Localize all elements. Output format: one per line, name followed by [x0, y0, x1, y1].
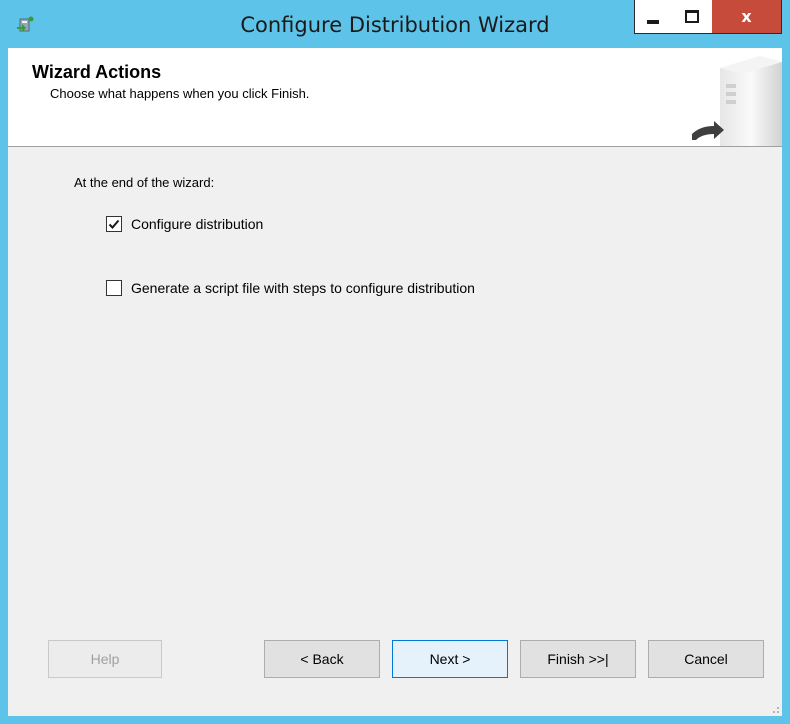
lead-text: At the end of the wizard:: [74, 175, 215, 190]
generate-script-checkbox[interactable]: [106, 280, 122, 296]
wizard-window: Configure Distribution Wizard x Wizard A…: [0, 0, 790, 724]
page-title: Wizard Actions: [32, 62, 162, 82]
wizard-client-area: Wizard Actions Choose what happens when …: [8, 48, 782, 716]
configure-distribution-option[interactable]: Configure distribution: [106, 216, 263, 232]
configure-distribution-checkbox[interactable]: [106, 216, 122, 232]
size-grip-icon[interactable]: [768, 702, 780, 714]
cancel-button[interactable]: Cancel: [648, 640, 764, 678]
server-graphic-icon: [692, 56, 782, 146]
maximize-icon: [684, 10, 699, 23]
minimize-icon: [647, 19, 659, 24]
close-icon: x: [741, 7, 752, 26]
checkmark-icon: [108, 219, 120, 229]
page-subtitle: Choose what happens when you click Finis…: [50, 86, 310, 101]
back-button[interactable]: < Back: [264, 640, 380, 678]
help-button[interactable]: Help: [48, 640, 162, 678]
generate-script-option[interactable]: Generate a script file with steps to con…: [106, 280, 475, 296]
maximize-button[interactable]: [671, 0, 713, 34]
wizard-header: Wizard Actions Choose what happens when …: [8, 48, 782, 147]
configure-distribution-label: Configure distribution: [131, 216, 264, 232]
title-bar[interactable]: Configure Distribution Wizard x: [0, 0, 790, 48]
minimize-button[interactable]: [634, 0, 672, 34]
next-button[interactable]: Next >: [392, 640, 508, 678]
finish-button[interactable]: Finish >>|: [520, 640, 636, 678]
generate-script-label: Generate a script file with steps to con…: [131, 280, 475, 296]
close-button[interactable]: x: [712, 0, 782, 34]
